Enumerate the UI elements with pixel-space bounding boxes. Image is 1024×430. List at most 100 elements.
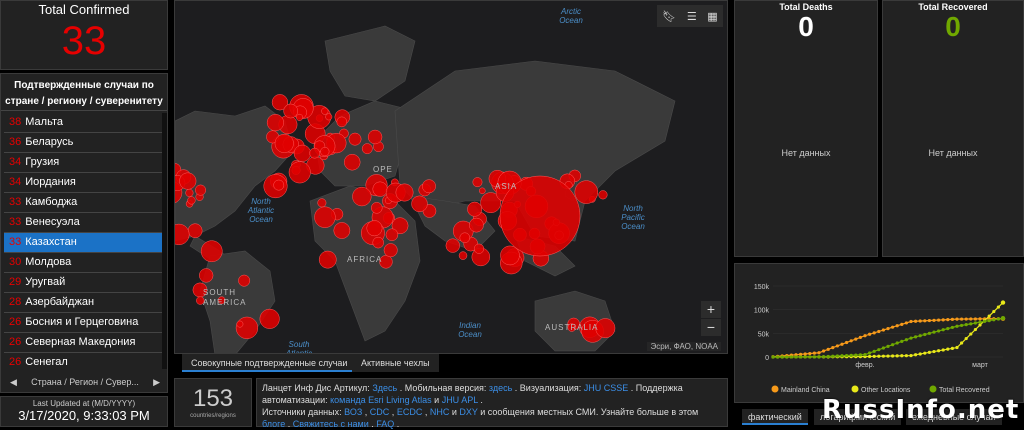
case-bubble[interactable] <box>422 179 436 194</box>
case-bubble[interactable] <box>187 223 203 239</box>
country-list-item[interactable]: 29 Уругвай <box>4 273 166 293</box>
case-bubble[interactable] <box>479 187 486 195</box>
case-bubble[interactable] <box>283 103 298 119</box>
chart-point <box>914 335 918 339</box>
case-bubble[interactable] <box>325 113 333 121</box>
case-bubble[interactable] <box>195 184 207 196</box>
legend-list-icon[interactable]: ☰ <box>687 10 697 23</box>
country-list-item[interactable]: 33 Венесуэла <box>4 213 166 233</box>
who-link[interactable]: ВОЗ <box>344 407 362 417</box>
chart-point <box>946 327 950 331</box>
case-bubble[interactable] <box>343 153 361 171</box>
deaths-no-data: Нет данных <box>781 148 831 158</box>
chart-point <box>881 346 885 350</box>
case-bubble[interactable] <box>385 228 399 241</box>
country-list-item[interactable]: 34 Грузия <box>4 153 166 173</box>
country-list-item[interactable]: 38 Мальта <box>4 113 166 133</box>
zoom-out-button[interactable]: − <box>701 319 721 336</box>
contact-us-link[interactable]: Свяжитесь с нами <box>293 419 369 429</box>
case-bubble[interactable] <box>361 143 373 155</box>
case-bubble[interactable] <box>348 132 362 146</box>
bookmark-icon[interactable]: 🔖︎ <box>662 10 676 23</box>
case-bubble[interactable] <box>238 274 251 287</box>
chart-point <box>900 354 904 358</box>
article-link[interactable]: Здесь <box>372 383 397 393</box>
esri-living-atlas-link[interactable]: команда Esri Living Atlas <box>330 395 432 405</box>
ecdc-link[interactable]: ECDC <box>397 407 423 417</box>
case-bubble[interactable] <box>318 250 337 269</box>
case-bubble[interactable] <box>598 190 608 200</box>
case-bubble[interactable] <box>473 243 485 254</box>
last-updated-label: Last Updated at (M/D/YYYY) <box>32 399 136 408</box>
country-list-scrollbar[interactable] <box>162 113 167 369</box>
country-list-item[interactable]: 36 Беларусь <box>4 133 166 153</box>
case-bubble[interactable] <box>445 238 460 253</box>
zoom-in-button[interactable]: + <box>701 301 721 318</box>
case-bubble[interactable] <box>574 180 599 204</box>
chart-point <box>960 323 964 328</box>
country-list-item[interactable]: 26 Сенегал <box>4 353 166 369</box>
country-list-header: Подтвержденные случаи по стране / регион… <box>1 74 167 111</box>
case-bubble[interactable] <box>383 243 398 258</box>
case-bubble[interactable] <box>320 147 330 157</box>
case-bubble[interactable] <box>366 220 383 237</box>
faq-link[interactable]: FAQ <box>376 419 394 429</box>
blog-link[interactable]: блоге <box>262 419 285 429</box>
tab-active-cases[interactable]: Активные чехлы <box>352 354 439 372</box>
case-bubble[interactable] <box>288 161 311 184</box>
case-bubble[interactable] <box>500 245 520 266</box>
country-list-item[interactable]: 33 Казахстан <box>4 233 166 253</box>
case-bubble[interactable] <box>352 186 372 207</box>
case-bubble[interactable] <box>200 240 223 263</box>
case-bubble[interactable] <box>317 198 327 208</box>
case-bubble[interactable] <box>199 268 214 283</box>
dxy-link[interactable]: DXY <box>459 407 477 417</box>
case-bubble[interactable] <box>333 222 351 239</box>
case-bubble[interactable] <box>273 179 285 191</box>
case-bubble[interactable] <box>321 107 329 115</box>
jhu-csse-link[interactable]: JHU CSSE <box>584 383 629 393</box>
world-map[interactable] <box>175 1 728 354</box>
case-bubble[interactable] <box>266 114 284 132</box>
cdc-link[interactable]: CDC <box>370 407 390 417</box>
case-bubble[interactable] <box>336 116 348 128</box>
country-list-item[interactable]: 34 Иордания <box>4 173 166 193</box>
case-bubble[interactable] <box>370 202 383 214</box>
case-bubble[interactable] <box>274 133 294 153</box>
country-list-item[interactable]: 30 Молдова <box>4 253 166 273</box>
case-bubble[interactable] <box>314 206 336 228</box>
map-view[interactable]: Arctic Ocean North Atlantic Ocean North … <box>174 0 728 354</box>
mobile-version-link[interactable]: здесь <box>489 383 512 393</box>
case-bubble[interactable] <box>185 188 194 197</box>
case-bubble[interactable] <box>367 129 383 145</box>
basemap-gallery-icon[interactable]: ▦ <box>707 10 717 23</box>
case-bubble[interactable] <box>295 113 304 121</box>
case-bubble[interactable] <box>595 318 616 339</box>
case-bubble[interactable] <box>467 201 483 217</box>
pager-next-icon[interactable]: ▶ <box>153 377 160 388</box>
country-list-item[interactable]: 26 Босния и Герцеговина <box>4 313 166 333</box>
case-bubble[interactable] <box>459 232 471 244</box>
tab-cumulative-confirmed[interactable]: Совокупные подтвержденные случаи <box>182 354 357 372</box>
case-bubble[interactable] <box>395 183 414 202</box>
pager-prev-icon[interactable]: ◀ <box>10 377 17 388</box>
jhu-apl-link[interactable]: JHU APL <box>442 395 478 405</box>
case-bubble[interactable] <box>309 147 320 159</box>
case-bubble[interactable] <box>469 217 484 233</box>
case-bubble[interactable] <box>372 181 388 197</box>
case-bubble[interactable] <box>236 320 244 328</box>
case-bubble[interactable] <box>372 236 384 249</box>
country-list-item[interactable]: 28 Азербайджан <box>4 293 166 313</box>
tab-actual[interactable]: фактический <box>742 409 808 425</box>
case-bubble[interactable] <box>187 196 196 205</box>
case-bubble[interactable] <box>259 308 280 329</box>
case-bubble[interactable] <box>458 251 468 260</box>
nhc-link[interactable]: NHC <box>430 407 450 417</box>
case-bubble[interactable] <box>179 172 197 190</box>
country-list-item[interactable]: 33 Камбоджа <box>4 193 166 213</box>
case-bubble[interactable] <box>235 316 259 339</box>
country-list-item[interactable]: 26 Северная Македония <box>4 333 166 353</box>
case-bubble[interactable] <box>411 195 428 213</box>
case-bubble[interactable] <box>472 177 483 188</box>
case-bubble[interactable] <box>293 144 311 162</box>
